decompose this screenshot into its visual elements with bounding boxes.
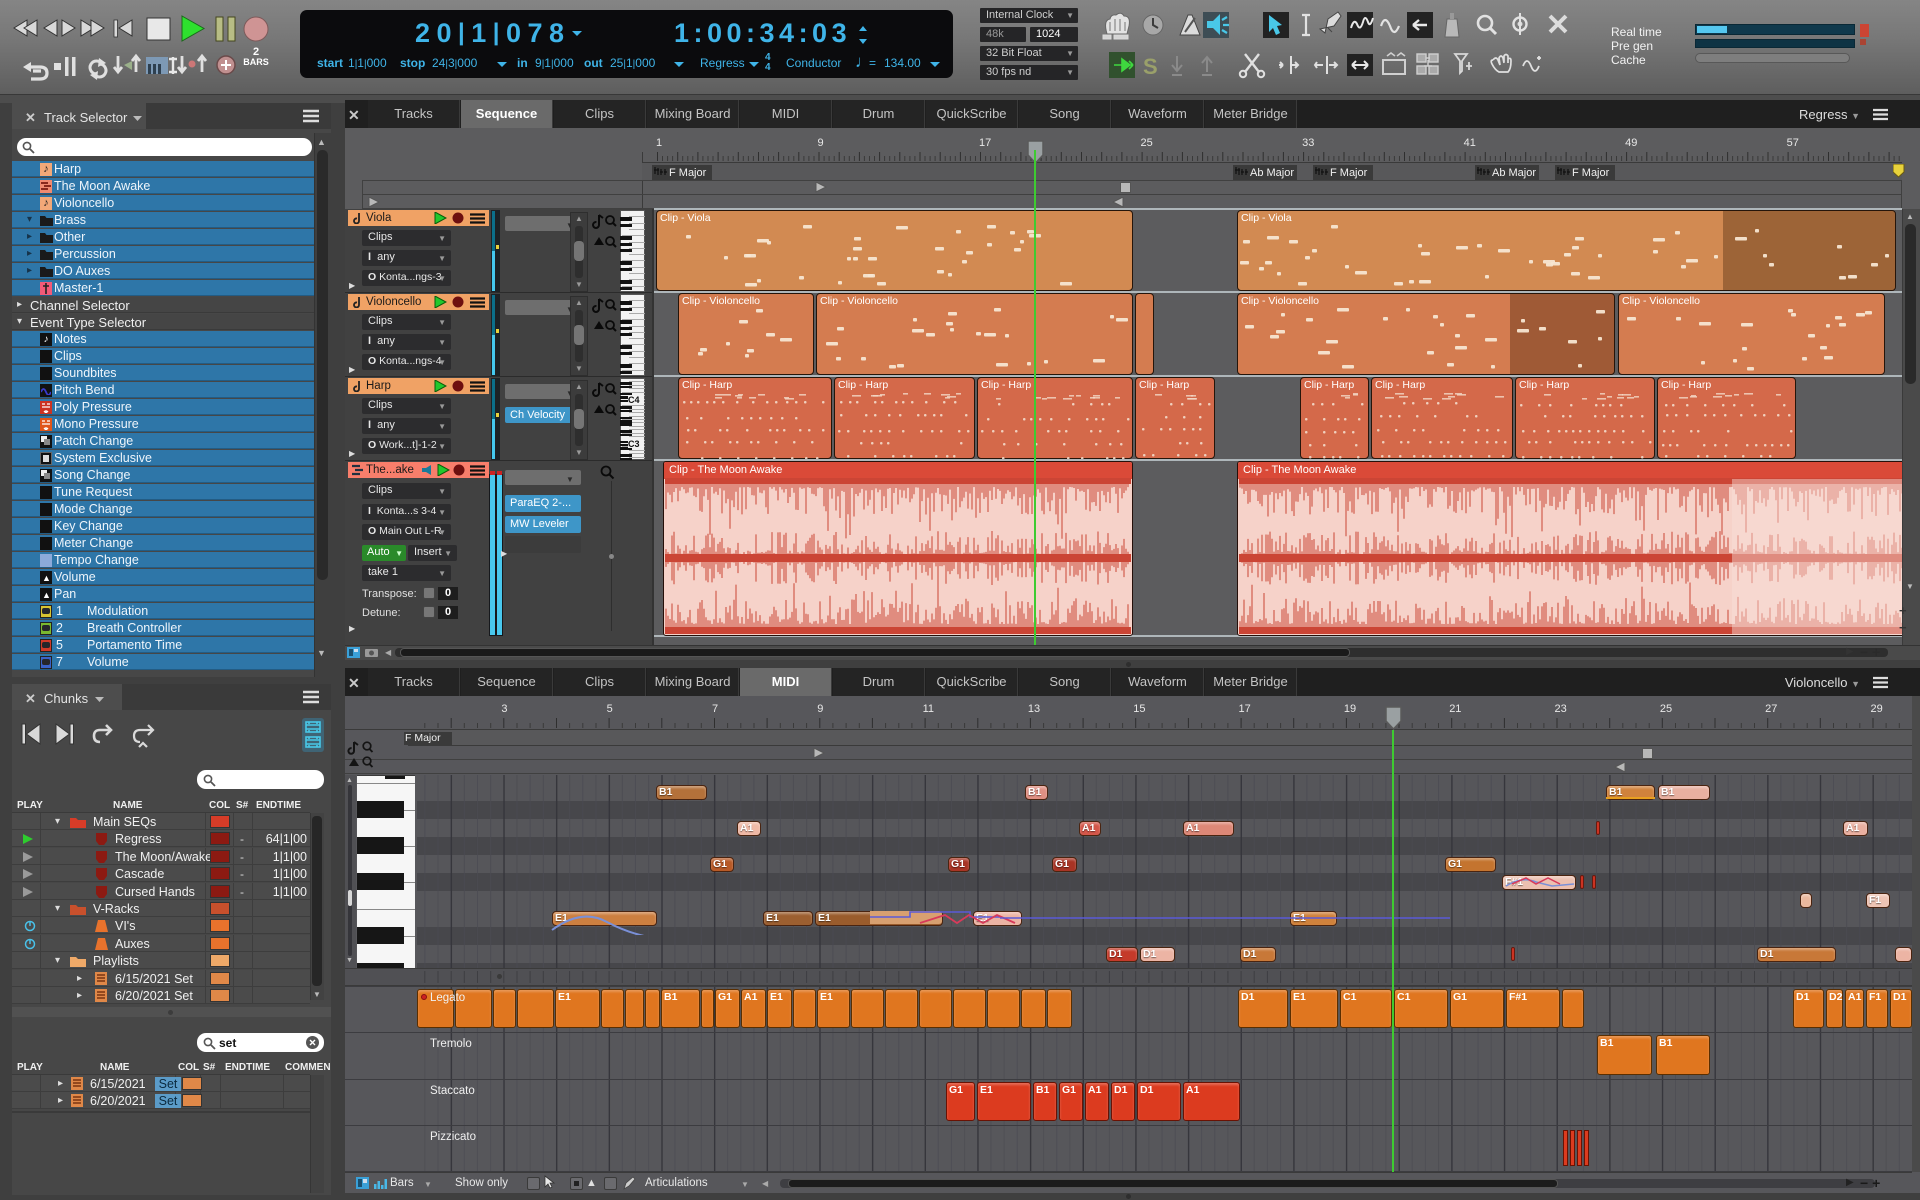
svg-text:S: S (1143, 54, 1158, 79)
